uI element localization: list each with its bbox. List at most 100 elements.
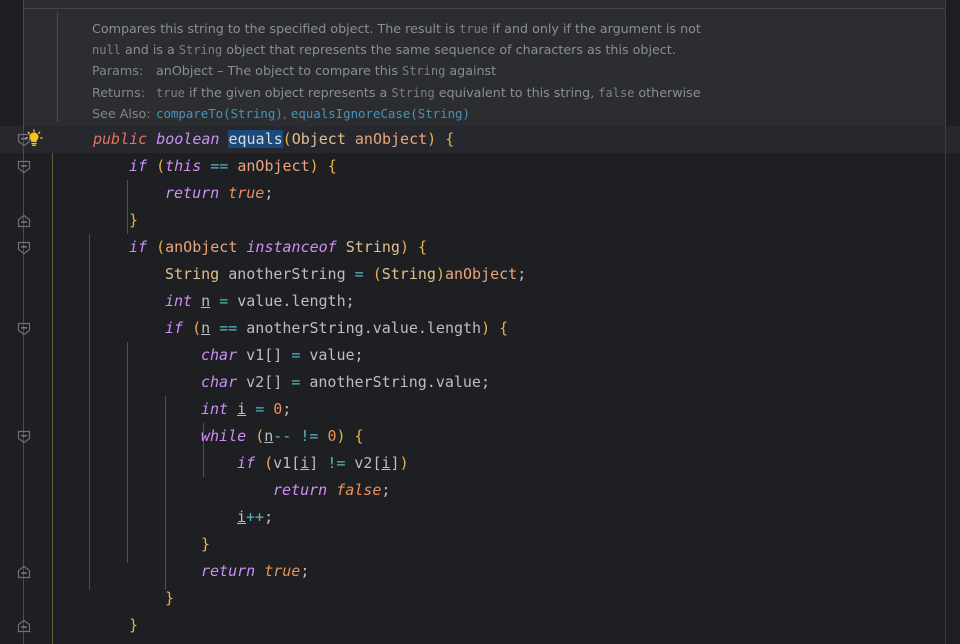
code-line[interactable]: char v1[] = value;	[201, 342, 364, 369]
code-token: if	[129, 157, 148, 175]
javadoc-see-also-label: See Also:	[92, 105, 151, 121]
javadoc-link-compareto[interactable]: compareTo(String)	[156, 106, 283, 121]
code-bracket: }	[129, 211, 139, 229]
javadoc-code-true-2: true	[156, 85, 185, 100]
code-token: i	[300, 454, 310, 472]
code-operator: ++	[246, 508, 265, 526]
code-bracket: (	[156, 238, 166, 256]
code-operator: =	[354, 265, 364, 283]
fold-collapse-down-icon[interactable]	[17, 430, 31, 444]
editor-gutter[interactable]	[0, 0, 46, 644]
code-line[interactable]: if (anObject instanceof String) {	[129, 234, 427, 261]
javadoc-summary-line-1: Compares this string to the specified ob…	[92, 18, 952, 39]
code-punct: .	[363, 319, 373, 337]
javadoc-returns-label: Returns:	[92, 84, 145, 100]
code-token: length	[291, 292, 346, 310]
code-line[interactable]: public boolean equals(Object anObject) {	[93, 126, 454, 153]
code-token: this	[165, 157, 202, 175]
fold-collapse-down-icon[interactable]	[17, 133, 31, 147]
javadoc-params-row: Params: anObject – The object to compare …	[92, 60, 952, 81]
code-token: value	[237, 292, 283, 310]
code-token: value	[372, 319, 418, 337]
code-token: i	[237, 400, 247, 418]
javadoc-code-null: null	[92, 43, 121, 58]
javadoc-content: Compares this string to the specified ob…	[92, 18, 952, 124]
javadoc-link-equalsignorecase[interactable]: equalsIgnoreCase(String)	[291, 106, 470, 121]
code-line[interactable]: char v2[] = anotherString.value;	[201, 369, 490, 396]
selected-token[interactable]: equals	[228, 130, 283, 148]
code-punct: [	[291, 454, 301, 472]
code-line[interactable]: if (n == anotherString.value.length) {	[165, 315, 508, 342]
code-line[interactable]: return true;	[201, 558, 309, 585]
code-punct: ;	[300, 562, 310, 580]
fold-collapse-up-icon[interactable]	[17, 214, 31, 228]
code-line[interactable]: }	[165, 585, 174, 612]
code-token: char	[201, 373, 238, 391]
fold-collapse-down-icon[interactable]	[17, 160, 31, 174]
code-text[interactable]: public boolean equals(Object anObject) {…	[0, 126, 960, 644]
code-token: false	[336, 481, 382, 499]
fold-collapse-down-icon[interactable]	[17, 322, 31, 336]
code-token: true	[228, 184, 265, 202]
code-bracket: }	[201, 535, 211, 553]
code-bracket: )	[427, 130, 437, 148]
code-punct: ;	[381, 481, 391, 499]
code-punct: [	[372, 454, 382, 472]
code-line[interactable]: if (v1[i] != v2[i])	[237, 450, 409, 477]
code-token: if	[165, 319, 184, 337]
fold-collapse-up-icon[interactable]	[17, 619, 31, 633]
code-editor[interactable]: public boolean equals(Object anObject) {…	[0, 0, 960, 644]
code-line[interactable]: if (this == anObject) {	[129, 153, 337, 180]
fold-collapse-down-icon[interactable]	[17, 241, 31, 255]
javadoc-summary-text-3: and is a	[120, 42, 179, 58]
code-token: boolean	[156, 130, 220, 148]
code-token: int	[165, 292, 193, 310]
code-token: anObject	[444, 265, 518, 283]
code-line[interactable]: while (n-- != 0) {	[201, 423, 364, 450]
code-line[interactable]: }	[129, 207, 138, 234]
code-token: if	[129, 238, 148, 256]
code-token: n	[201, 319, 211, 337]
code-line[interactable]: }	[129, 612, 138, 639]
code-token: Object	[291, 130, 346, 148]
right-margin-guide	[945, 0, 946, 644]
code-punct: ]	[390, 454, 400, 472]
code-line[interactable]: return false;	[129, 639, 246, 644]
fold-collapse-up-icon[interactable]	[17, 565, 31, 579]
code-line[interactable]: i++;	[237, 504, 273, 531]
code-token: int	[201, 400, 229, 418]
code-token: anObject	[237, 157, 310, 175]
javadoc-code-true: true	[459, 22, 489, 36]
javadoc-see-also-row: See Also: compareTo(String), equalsIgnore…	[92, 103, 952, 124]
code-token: n	[201, 292, 211, 310]
code-token: i	[237, 508, 247, 526]
code-operator: =	[255, 400, 265, 418]
code-bracket: {	[445, 130, 455, 148]
code-token: value	[435, 373, 481, 391]
code-line[interactable]: return false;	[273, 477, 390, 504]
code-line[interactable]: return true;	[165, 180, 273, 207]
code-token: length	[426, 319, 482, 337]
code-line[interactable]: int i = 0;	[201, 396, 291, 423]
code-token: return	[273, 481, 328, 499]
code-token: anObject	[165, 238, 238, 256]
code-bracket: )	[399, 238, 409, 256]
code-token: while	[201, 427, 247, 445]
code-punct: .	[426, 373, 436, 391]
code-operator: ==	[219, 319, 238, 337]
code-bracket: (	[282, 130, 292, 148]
code-bracket: }	[129, 616, 139, 634]
code-token: return	[165, 184, 220, 202]
code-punct: ;	[517, 265, 527, 283]
code-line[interactable]: }	[201, 531, 210, 558]
code-operator: !=	[300, 427, 319, 445]
code-punct: [	[264, 373, 274, 391]
javadoc-tooltip: Compares this string to the specified ob…	[23, 0, 945, 126]
code-operator: --	[273, 427, 292, 445]
code-line[interactable]: String anotherString = (String)anObject;	[165, 261, 526, 288]
code-token: String	[345, 238, 400, 256]
javadoc-left-divider	[57, 12, 58, 122]
code-line[interactable]: int n = value.length;	[165, 288, 355, 315]
code-token: i	[381, 454, 391, 472]
code-bracket: (	[156, 157, 166, 175]
